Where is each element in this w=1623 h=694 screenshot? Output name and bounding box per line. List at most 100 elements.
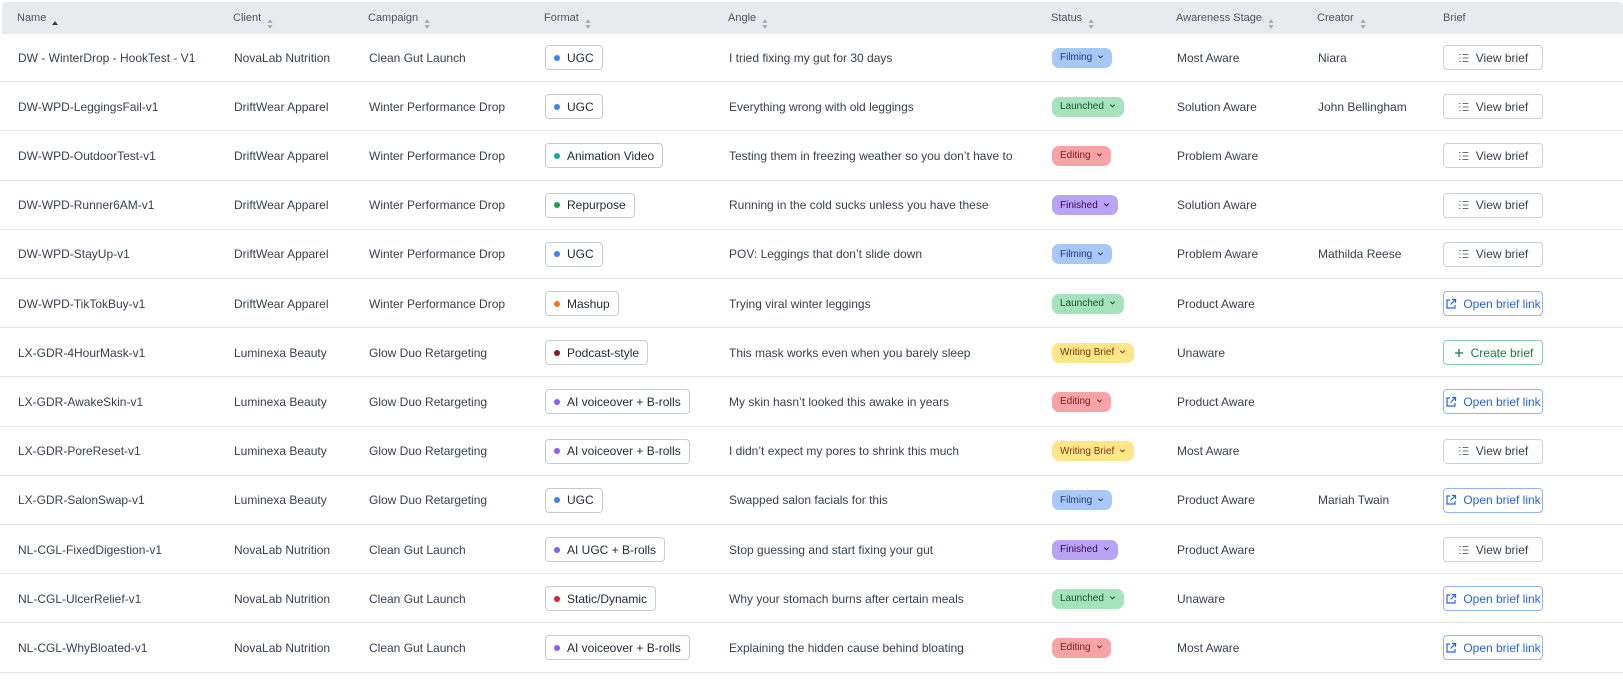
table-row[interactable]: DW-WPD-LeggingsFail-v1 DriftWear Apparel W… — [0, 82, 1623, 132]
status-badge[interactable]: Editing — [1052, 145, 1111, 166]
format-tag[interactable]: AI UGC + B-rolls — [545, 537, 666, 563]
table-row[interactable]: DW-WPD-Runner6AM-v1 DriftWear Apparel Wint… — [0, 181, 1623, 230]
cell-angle: Swapped salon facials for this — [729, 493, 888, 508]
table-row[interactable]: NL-CGL-FixedDigestion-v1 NovaLab Nutritio… — [0, 525, 1623, 575]
table-row[interactable]: DW-WPD-TikTokBuy-v1 DriftWear Apparel Wint… — [0, 279, 1623, 329]
view-brief-button[interactable]: View brief — [1443, 192, 1543, 218]
view-brief-button[interactable]: View brief — [1443, 241, 1543, 267]
cell-awareness: Product Aware — [1177, 394, 1255, 409]
format-tag[interactable]: UGC — [545, 45, 603, 71]
status-badge[interactable]: Filming — [1052, 490, 1113, 511]
cell-campaign: Glow Duo Retargeting — [369, 444, 488, 459]
sort-icon[interactable] — [761, 11, 769, 29]
format-tag[interactable]: UGC — [545, 94, 603, 120]
cell-awareness: Product Aware — [1177, 493, 1255, 508]
cell-format: UGC — [545, 82, 603, 131]
open-brief-link-button[interactable]: Open brief link — [1443, 586, 1543, 612]
cell-campaign: Winter Performance Drop — [369, 148, 506, 163]
table-row[interactable]: NL-CGL-WhyBloated-v1 NovaLab Nutrition Cle… — [0, 623, 1623, 673]
column-header-client[interactable]: Client — [233, 2, 274, 34]
format-tag[interactable]: UGC — [545, 241, 603, 267]
table-row[interactable]: NL-CGL-UlcerRelief-v1 NovaLab Nutrition Cl… — [0, 574, 1623, 624]
cell-awareness: Problem Aware — [1177, 148, 1259, 163]
cell-format: UGC — [545, 33, 603, 82]
format-tag[interactable]: AI voiceover + B-rolls — [545, 438, 690, 464]
column-header-name[interactable]: Name — [17, 2, 59, 34]
status-badge[interactable]: Editing — [1052, 637, 1111, 658]
view-brief-button[interactable]: View brief — [1443, 438, 1543, 464]
open-brief-link-button[interactable]: Open brief link — [1443, 635, 1543, 661]
status-label: Launched — [1060, 593, 1104, 605]
create-brief-button[interactable]: Create brief — [1443, 340, 1543, 366]
table-row[interactable]: LX-GDR-AwakeSkin-v1 Luminexa Beauty Glow D… — [0, 377, 1623, 427]
chevron-down-icon — [1097, 496, 1104, 505]
sort-icon[interactable] — [423, 11, 431, 29]
format-tag[interactable]: Repurpose — [545, 192, 635, 218]
view-brief-button[interactable]: View brief — [1443, 45, 1543, 71]
open-brief-link-button[interactable]: Open brief link — [1443, 389, 1543, 415]
status-badge[interactable]: Finished — [1052, 195, 1118, 216]
status-badge[interactable]: Finished — [1052, 539, 1118, 560]
table-row[interactable]: LX-GDR-PoreReset-v1 Luminexa Beauty Glow D… — [0, 427, 1623, 476]
status-badge[interactable]: Filming — [1052, 244, 1113, 265]
status-badge[interactable]: Filming — [1052, 47, 1113, 68]
cell-name: DW-WPD-Runner6AM-v1 — [18, 198, 155, 213]
format-tag[interactable]: Podcast-style — [545, 340, 649, 366]
cell-name: DW-WPD-LeggingsFail-v1 — [18, 99, 159, 114]
status-label: Editing — [1060, 150, 1091, 162]
table-row[interactable]: LX-GDR-SalonSwap-v1 Luminexa Beauty Glow D… — [0, 476, 1623, 525]
format-tag[interactable]: Static/Dynamic — [545, 586, 657, 612]
sort-icon[interactable] — [266, 11, 274, 29]
view-brief-button[interactable]: View brief — [1443, 94, 1543, 120]
sort-icon[interactable] — [1359, 11, 1367, 29]
table-row[interactable]: DW-WPD-StayUp-v1 DriftWear Apparel Winter … — [0, 230, 1623, 279]
list-icon — [1458, 101, 1470, 113]
status-badge[interactable]: Launched — [1052, 96, 1124, 117]
column-header-format[interactable]: Format — [544, 2, 592, 34]
list-icon — [1458, 544, 1470, 556]
sort-ascending-icon[interactable] — [51, 11, 59, 26]
format-tag[interactable]: Mashup — [545, 291, 619, 317]
format-tag[interactable]: AI voiceover + B-rolls — [545, 389, 690, 415]
format-tag[interactable]: Animation Video — [545, 143, 664, 169]
cell-awareness: Problem Aware — [1177, 247, 1259, 262]
cell-name: NL-CGL-WhyBloated-v1 — [18, 640, 148, 655]
open-brief-link-button[interactable]: Open brief link — [1443, 291, 1543, 317]
sort-icon[interactable] — [1267, 11, 1275, 29]
cell-name: DW-WPD-StayUp-v1 — [18, 247, 130, 262]
status-badge[interactable]: Editing — [1052, 391, 1111, 412]
column-header-creator[interactable]: Creator — [1317, 2, 1367, 34]
list-icon — [1458, 199, 1470, 211]
table-row[interactable]: DW - WinterDrop - HookTest - V1 NovaLab N… — [0, 33, 1623, 83]
format-color-dot — [554, 595, 560, 602]
list-icon — [1458, 445, 1470, 457]
sort-icon[interactable] — [1087, 11, 1095, 29]
format-color-dot — [554, 103, 560, 110]
status-badge[interactable]: Launched — [1052, 293, 1124, 314]
cell-creator: Niara — [1318, 50, 1347, 65]
format-label: UGC — [567, 99, 594, 114]
table-row[interactable]: LX-GDR-4HourMask-v1 Luminexa Beauty Glow D… — [0, 328, 1623, 378]
status-badge[interactable]: Writing Brief — [1052, 441, 1135, 462]
column-header-status[interactable]: Status — [1051, 2, 1095, 34]
cell-status: Editing — [1052, 377, 1111, 426]
cell-angle: I didn’t expect my pores to shrink this … — [729, 444, 960, 459]
status-badge[interactable]: Launched — [1052, 588, 1124, 609]
column-header-angle[interactable]: Angle — [728, 2, 769, 34]
cell-campaign: Clean Gut Launch — [369, 50, 466, 65]
view-brief-button[interactable]: View brief — [1443, 143, 1543, 169]
format-color-dot — [554, 546, 560, 553]
column-header-awareness[interactable]: Awareness Stage — [1176, 2, 1275, 34]
sort-icon[interactable] — [584, 11, 592, 29]
format-tag[interactable]: UGC — [545, 487, 603, 513]
view-brief-button[interactable]: View brief — [1443, 537, 1543, 563]
status-badge[interactable]: Writing Brief — [1052, 342, 1135, 363]
open-brief-link-button[interactable]: Open brief link — [1443, 487, 1543, 513]
table-row[interactable]: DW-WPD-OutdoorTest-v1 DriftWear Apparel Wi… — [0, 131, 1623, 181]
column-header-campaign[interactable]: Campaign — [368, 2, 431, 34]
chevron-down-icon — [1096, 397, 1103, 406]
cell-status: Launched — [1052, 82, 1124, 131]
list-icon — [1458, 248, 1470, 260]
cell-angle: I tried fixing my gut for 30 days — [729, 50, 893, 65]
format-tag[interactable]: AI voiceover + B-rolls — [545, 635, 690, 661]
